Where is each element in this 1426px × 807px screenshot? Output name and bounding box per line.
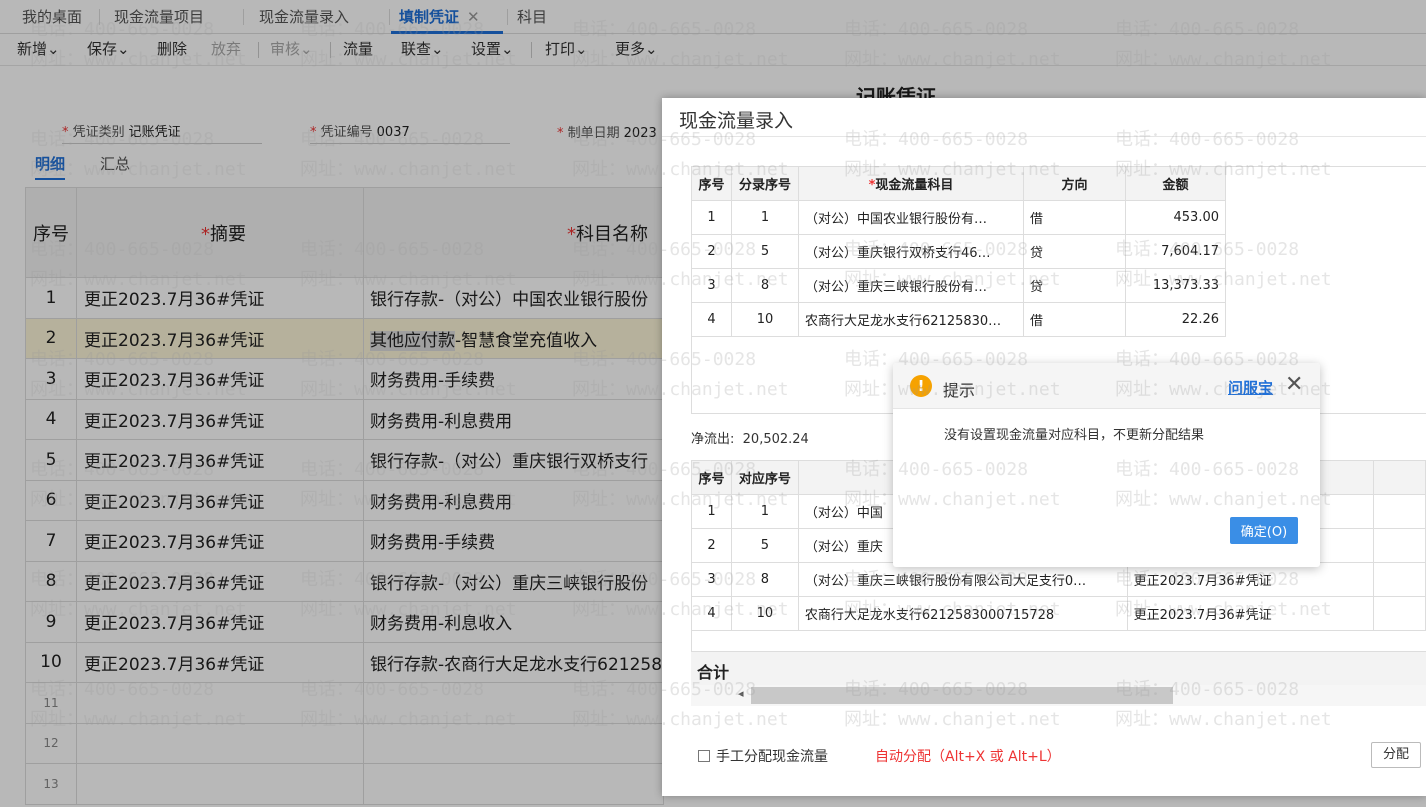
cell-seq: 3 — [691, 268, 732, 303]
col-extra — [1373, 460, 1426, 495]
ok-button[interactable]: 确定(O) — [1230, 517, 1298, 544]
cell-summary[interactable]: 更正2023.7月36#凭证 — [1126, 596, 1375, 631]
horizontal-scrollbar[interactable]: ◂ — [691, 685, 1426, 706]
auto-allocation-link[interactable]: 自动分配（Alt+X 或 Alt+L） — [875, 746, 1061, 766]
cell-cashflow-item[interactable]: 农商行大足龙水支行62125830… — [798, 302, 1024, 337]
cashflow-table: 序号 分录序号 *现金流量科目 方向 金额 1 1 （对公）中国农业银行股份有… 借 4… — [691, 166, 1226, 337]
table-row[interactable]: 1 1 （对公）中国农业银行股份有… 借 453.00 — [691, 200, 1226, 235]
table-row[interactable]: 3 8 （对公）重庆三峡银行股份有… 贷 13,373.33 — [691, 268, 1226, 303]
dialog-title: 现金流量录入 — [679, 110, 794, 132]
cell-summary[interactable]: 更正2023.7月36#凭证 — [1126, 562, 1375, 597]
cell-seq: 1 — [691, 200, 732, 235]
cell-seq: 2 — [691, 528, 732, 563]
cell-seq: 3 — [691, 562, 732, 597]
total-row: 合计 — [691, 651, 1426, 685]
table-row[interactable]: 2 5 （对公）重庆银行双桥支行46… 贷 7,604.17 — [691, 234, 1226, 269]
warning-icon: ! — [910, 375, 932, 397]
net-outflow-label: 净流出: — [691, 432, 735, 447]
cell-entry-seq: 8 — [731, 268, 799, 303]
alert-title: 提示 — [943, 381, 976, 400]
help-link[interactable]: 问服宝 — [1228, 377, 1273, 398]
cell-corresponding-seq: 8 — [730, 562, 799, 597]
cell-extra — [1373, 596, 1426, 631]
table-row[interactable]: 3 8 （对公）重庆三峡银行股份有限公司大足支行0… 更正2023.7月36#凭证 — [691, 562, 1426, 597]
table-row[interactable]: 4 10 农商行大足龙水支行62125830… 借 22.26 — [691, 302, 1226, 337]
cell-extra — [1373, 494, 1426, 529]
cell-seq: 4 — [691, 302, 732, 337]
alert-message: 没有设置现金流量对应科目，不更新分配结果 — [944, 428, 1205, 443]
cell-seq: 2 — [691, 234, 732, 269]
manual-allocation-checkbox[interactable]: 手工分配现金流量 — [698, 746, 828, 766]
cell-cashflow-item[interactable]: （对公）中国农业银行股份有… — [798, 200, 1024, 235]
manual-allocation-label: 手工分配现金流量 — [716, 749, 828, 765]
cell-amount[interactable]: 13,373.33 — [1125, 268, 1226, 303]
alert-dialog: ! 提示 问服宝 ✕ 没有设置现金流量对应科目，不更新分配结果 确定(O) — [893, 363, 1320, 567]
cell-direction[interactable]: 借 — [1023, 200, 1126, 235]
cell-extra — [1373, 528, 1426, 563]
col-corresponding-seq: 对应序号 — [730, 460, 799, 495]
scroll-left-icon[interactable]: ◂ — [738, 687, 744, 700]
cell-corresponding-seq: 10 — [730, 596, 799, 631]
net-outflow-value: 20,502.24 — [742, 432, 809, 447]
cell-entry-seq: 1 — [731, 200, 799, 235]
cell-account[interactable]: （对公）重庆三峡银行股份有限公司大足支行0… — [797, 562, 1128, 597]
cell-corresponding-seq: 1 — [730, 494, 799, 529]
title-divider — [662, 136, 1426, 137]
cell-cashflow-item[interactable]: （对公）重庆三峡银行股份有… — [798, 268, 1024, 303]
col-seq: 序号 — [691, 166, 732, 201]
cell-extra — [1373, 562, 1426, 597]
cell-direction[interactable]: 贷 — [1023, 234, 1126, 269]
cell-seq: 4 — [691, 596, 732, 631]
cell-entry-seq: 10 — [731, 302, 799, 337]
col-seq: 序号 — [691, 460, 732, 495]
alert-header: ! 提示 问服宝 ✕ — [893, 363, 1320, 409]
cell-account[interactable]: 农商行大足龙水支行6212583000715728 — [797, 596, 1128, 631]
net-outflow: 净流出: 20,502.24 — [691, 428, 809, 447]
close-icon[interactable]: ✕ — [1285, 372, 1303, 397]
table-row[interactable]: 4 10 农商行大足龙水支行6212583000715728 更正2023.7月36#… — [691, 596, 1426, 631]
distribute-button[interactable]: 分配 — [1371, 742, 1421, 768]
col-entry-seq: 分录序号 — [731, 166, 799, 201]
checkbox-box[interactable] — [698, 750, 710, 762]
scrollbar-thumb[interactable] — [751, 687, 1173, 704]
total-label: 合计 — [697, 663, 730, 682]
cell-cashflow-item[interactable]: （对公）重庆银行双桥支行46… — [798, 234, 1024, 269]
col-cashflow-item: *现金流量科目 — [798, 166, 1024, 201]
col-cashflow-item-label: 现金流量科目 — [875, 178, 954, 193]
cell-amount[interactable]: 453.00 — [1125, 200, 1226, 235]
cell-entry-seq: 5 — [731, 234, 799, 269]
cell-seq: 1 — [691, 494, 732, 529]
table-header-row: 序号 分录序号 *现金流量科目 方向 金额 — [691, 166, 1226, 201]
cell-amount[interactable]: 22.26 — [1125, 302, 1226, 337]
cell-amount[interactable]: 7,604.17 — [1125, 234, 1226, 269]
cell-direction[interactable]: 借 — [1023, 302, 1126, 337]
col-direction: 方向 — [1023, 166, 1126, 201]
cell-corresponding-seq: 5 — [730, 528, 799, 563]
col-amount: 金额 — [1125, 166, 1226, 201]
cell-direction[interactable]: 贷 — [1023, 268, 1126, 303]
